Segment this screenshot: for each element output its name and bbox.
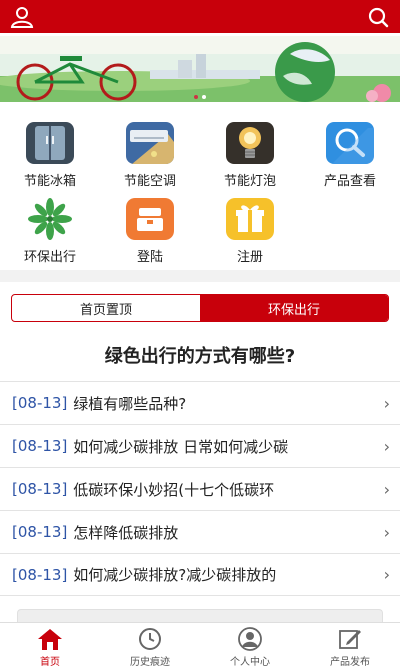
list-item[interactable]: [08-13] 绿植有哪些品种? › [0,381,400,424]
nav-profile[interactable]: 个人中心 [200,623,300,668]
grid-item-login[interactable]: 登陆 [100,190,200,266]
list-item[interactable]: [08-13] 如何减少碳排放 日常如何减少碳 › [0,424,400,467]
chevron-right-icon: › [383,393,390,413]
user-icon [10,6,34,28]
chevron-right-icon: › [383,522,390,542]
tab-top-posts[interactable]: 首页置顶 [12,295,200,321]
section-divider [0,270,400,282]
grid-item-label: 环保出行 [23,250,76,265]
grid-item-label: 产品查看 [323,174,376,189]
list-item[interactable]: [08-13] 如何减少碳排放?减少碳排放的 › [0,553,400,596]
light-bulb-icon [226,122,274,164]
person-icon [238,627,262,651]
chevron-right-icon: › [383,565,390,584]
gift-icon [226,198,274,240]
item-date: [08-13] [12,480,68,498]
grid-item-label: 节能灯泡 [223,174,276,189]
bottom-nav: 首页 历史痕迹 个人中心 产品发布 [0,622,400,668]
item-title: 如何减少碳排放 日常如何减少碳 [73,437,289,456]
grid-item-product-view[interactable]: 产品查看 [300,114,400,190]
article-headline[interactable]: 绿色出行的方式有哪些? [0,342,400,368]
banner-carousel[interactable] [0,36,400,102]
chevron-right-icon: › [383,436,390,456]
search-product-icon [326,122,374,164]
grid-item-register[interactable]: 注册 [200,190,300,266]
top-bar [0,0,400,33]
banner-image [0,36,400,102]
list-item[interactable]: [08-13] 怎样降低碳排放 › [0,510,400,553]
tab-green-travel[interactable]: 环保出行 [200,295,388,321]
nav-history[interactable]: 历史痕迹 [100,623,200,668]
grid-item-label: 节能冰箱 [23,174,76,189]
item-date: [08-13] [12,394,68,412]
item-title: 低碳环保小妙招(十七个低碳环 [73,480,275,499]
refrigerator-icon [26,122,74,164]
item-title: 怎样降低碳排放 [73,523,179,542]
leaf-icon [26,198,74,240]
chevron-right-icon: › [383,479,390,499]
item-date: [08-13] [12,565,68,584]
grid-item-air-conditioner[interactable]: 节能空调 [100,114,200,190]
grid-item-light-bulb[interactable]: 节能灯泡 [200,114,300,190]
home-icon [38,629,62,650]
nav-publish[interactable]: 产品发布 [300,623,400,668]
list-item[interactable]: [08-13] 低碳环保小妙招(十七个低碳环 › [0,467,400,510]
clock-icon [139,628,161,650]
search-icon [368,7,389,27]
login-icon [126,198,174,240]
item-title: 如何减少碳排放?减少碳排放的 [73,566,277,584]
item-date: [08-13] [12,523,68,541]
nav-home[interactable]: 首页 [0,623,100,668]
search-button[interactable] [356,0,400,33]
grid-item-label: 注册 [236,250,263,265]
air-conditioner-icon [126,122,174,164]
item-title: 绿植有哪些品种? [73,394,187,413]
tab-switcher: 首页置顶 环保出行 [11,294,389,322]
grid-item-label: 节能空调 [123,174,176,189]
category-grid: 节能冰箱 节能空调 节能灯泡 产品查看 环保出行 登陆 注册 [0,114,400,266]
grid-item-green-travel[interactable]: 环保出行 [0,190,100,266]
grid-item-fridge[interactable]: 节能冰箱 [0,114,100,190]
edit-icon [339,630,361,649]
grid-item-label: 登陆 [136,250,163,265]
user-button[interactable] [0,0,44,33]
article-list: [08-13] 绿植有哪些品种? › [08-13] 如何减少碳排放 日常如何减… [0,381,400,596]
item-date: [08-13] [12,437,68,455]
